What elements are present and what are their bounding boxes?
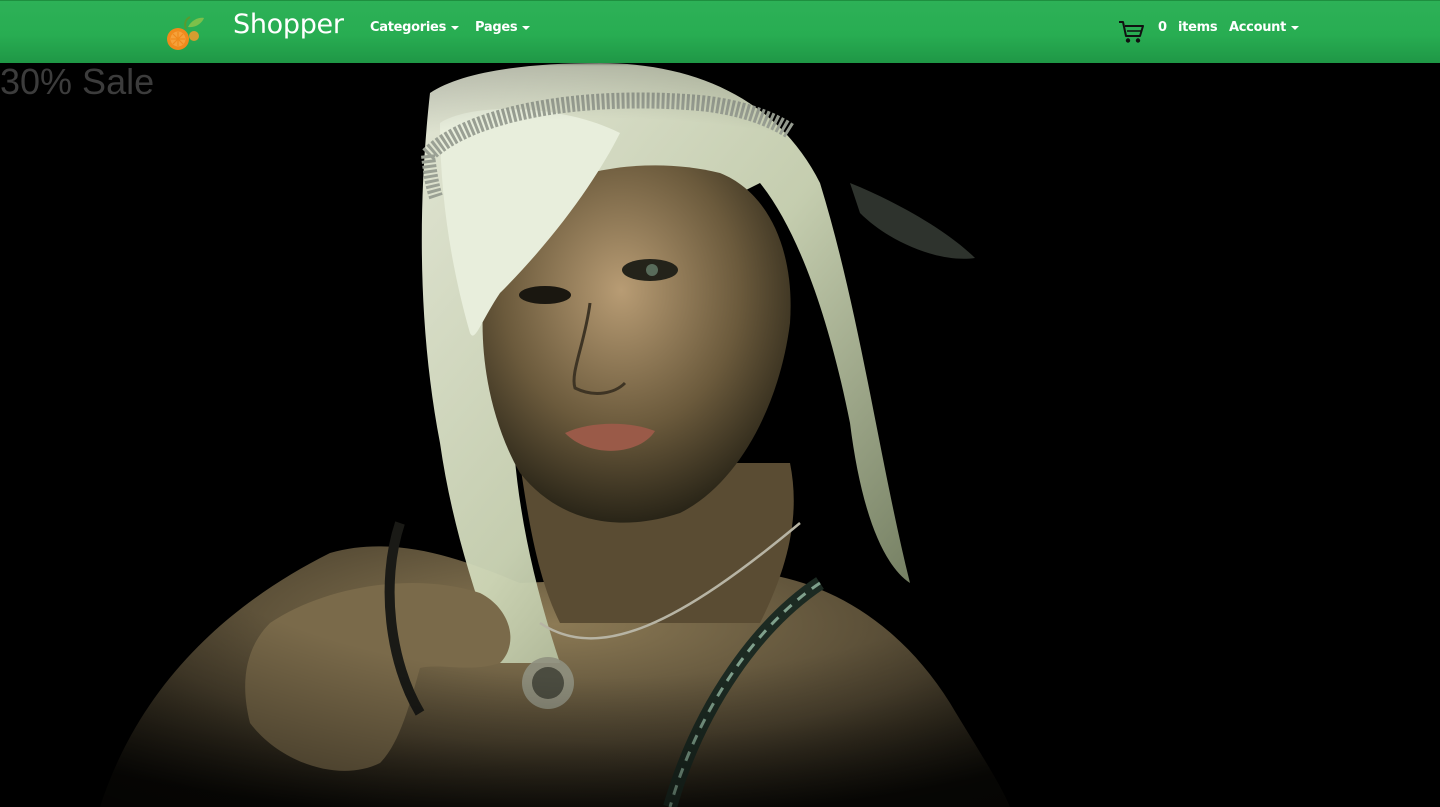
hero-banner[interactable] [0,63,1440,807]
hero-model-image [0,63,1440,807]
cart-items-link[interactable]: items [1178,20,1218,35]
caret-down-icon [1291,25,1300,30]
caret-down-icon [451,25,460,30]
navbar-container: Shopper Categories Pages 0 items Account [164,1,1300,63]
nav-account-label: Account [1229,20,1287,35]
nav-pages-label: Pages [475,20,518,35]
cart-item-count[interactable]: 0 [1158,20,1167,35]
brand-name[interactable]: Shopper [233,9,344,40]
nav-categories-dropdown[interactable]: Categories [370,20,460,35]
shopping-cart-icon[interactable] [1118,19,1146,45]
orange-fruit-logo-icon[interactable] [164,15,206,53]
nav-pages-dropdown[interactable]: Pages [475,20,531,35]
top-navbar: Shopper Categories Pages 0 items Account [0,0,1440,63]
nav-categories-label: Categories [370,20,447,35]
nav-account-dropdown[interactable]: Account [1229,20,1300,35]
sale-banner-text: 30% Sale [0,61,155,102]
caret-down-icon [522,25,531,30]
